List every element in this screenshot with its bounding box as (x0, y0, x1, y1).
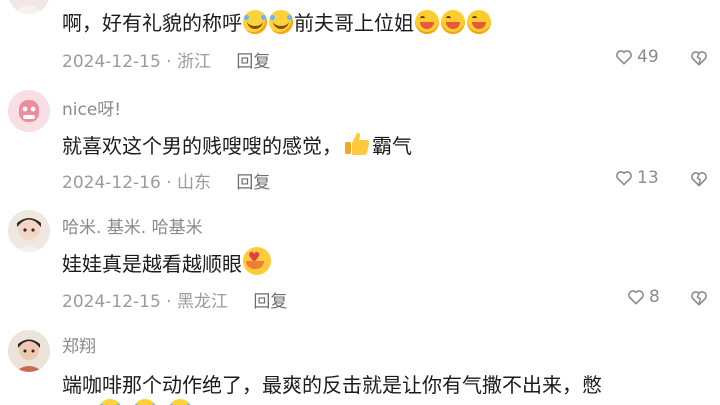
comment-meta: 2024-12-15 · 浙江 回复 (62, 52, 271, 72)
heart-outline-icon (616, 50, 632, 65)
comment-username[interactable]: nice呀! (62, 95, 121, 120)
avatar[interactable] (8, 0, 50, 14)
comment-text: 就喜欢这个男的贱嗖嗖的感觉， 霸气 (62, 129, 412, 159)
comment-meta: 2024-12-15 · 黑龙江 回复 (62, 292, 288, 312)
dislike-button[interactable] (688, 48, 710, 72)
avatar[interactable] (8, 210, 50, 252)
like-button[interactable]: 13 (614, 168, 659, 188)
comment-date: 2024-12-16 (62, 173, 161, 193)
reply-button[interactable]: 回复 (236, 52, 270, 72)
comment-date: 2024-12-15 (62, 292, 161, 312)
grin-emoji-icon (467, 10, 491, 34)
comment-date: 2024-12-15 (62, 52, 161, 72)
laughing-tears-emoji-icon (98, 399, 122, 405)
heart-outline-icon (616, 171, 632, 186)
avatar[interactable] (8, 330, 50, 372)
like-count: 8 (649, 287, 660, 307)
grin-emoji-icon (441, 10, 465, 34)
comment-text: 啊，好有礼貌的称呼 前夫哥上位姐 (62, 7, 492, 36)
dislike-button[interactable] (688, 288, 710, 312)
comment-item: 郑翔 端咖啡那个动作绝了，最爽的反击就是让你有气撒不出来，憋 (0, 318, 720, 405)
comment-item: 啊，好有礼貌的称呼 前夫哥上位姐 2024-12-15 · 浙江 回复 49 (0, 0, 720, 80)
comment-text: 娃娃真是越看越顺眼 (62, 247, 272, 277)
reply-button[interactable]: 回复 (253, 292, 287, 312)
comment-username[interactable]: 郑翔 (62, 332, 96, 357)
like-count: 13 (637, 168, 659, 188)
comment-meta: 2024-12-16 · 山东 回复 (62, 173, 271, 193)
avatar[interactable] (8, 90, 50, 132)
heart-broken-outline-icon (691, 291, 707, 306)
comment-location: 山东 (177, 173, 212, 193)
laughing-tears-emoji-icon (168, 399, 192, 405)
thumbs-up-emoji-icon (343, 129, 371, 157)
comment-item: 哈米. 基米. 哈基米 娃娃真是越看越顺眼 2024-12-15 · 黑龙江 回… (0, 198, 720, 318)
comment-item: nice呀! 就喜欢这个男的贱嗖嗖的感觉， 霸气 2024-12-16 · 山东 … (0, 80, 720, 198)
heart-broken-outline-icon (691, 51, 707, 66)
grin-emoji-icon (415, 10, 439, 34)
heart-broken-outline-icon (691, 172, 707, 187)
like-button[interactable]: 8 (626, 287, 660, 307)
laughing-tears-emoji-icon (269, 10, 293, 34)
reply-button[interactable]: 回复 (236, 173, 270, 193)
like-count: 49 (637, 47, 659, 67)
comment-username[interactable]: 哈米. 基米. 哈基米 (62, 213, 203, 238)
laughing-tears-emoji-icon (133, 399, 157, 405)
comment-location: 浙江 (177, 52, 212, 72)
comment-text: 端咖啡那个动作绝了，最爽的反击就是让你有气撒不出来，憋 (62, 373, 602, 397)
emoji-row (62, 399, 193, 405)
heart-hands-emoji-icon (243, 247, 271, 275)
like-button[interactable]: 49 (614, 47, 659, 67)
laughing-tears-emoji-icon (243, 10, 267, 34)
dislike-button[interactable] (688, 169, 710, 193)
heart-outline-icon (628, 290, 644, 305)
comment-location: 黑龙江 (177, 292, 229, 312)
